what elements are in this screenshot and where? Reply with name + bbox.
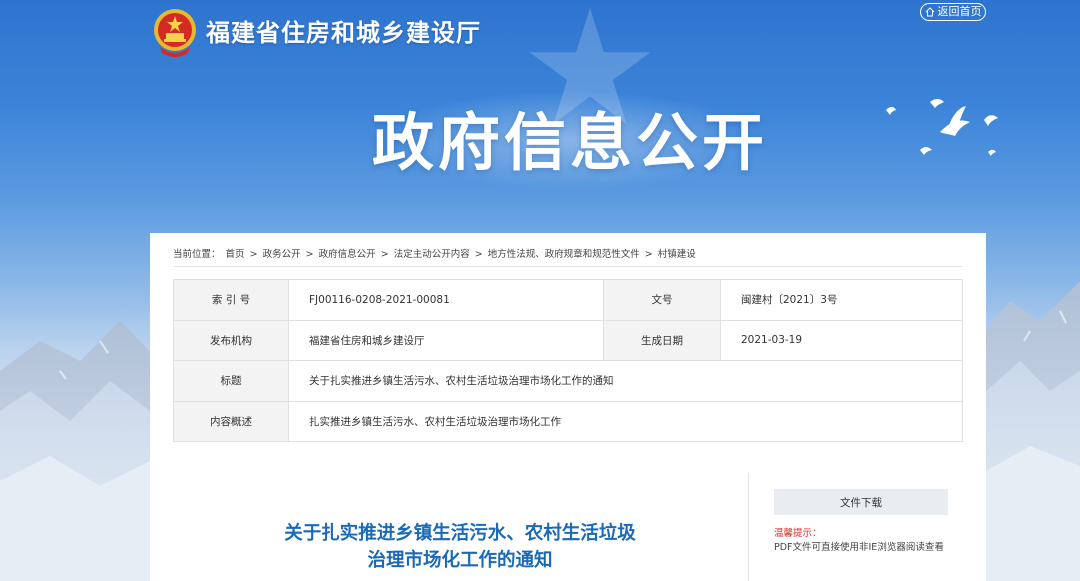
- org-label: 发布机构: [173, 319, 289, 361]
- breadcrumb-separator: >: [380, 249, 389, 260]
- article-title-line2: 治理市场化工作的通知: [367, 550, 553, 571]
- index-value: FJ00116-0208-2021-00081: [288, 279, 604, 321]
- article-title-line1: 关于扎实推进乡镇生活污水、农村生活垃圾: [284, 523, 636, 544]
- tip-title: 温馨提示：: [774, 528, 822, 539]
- article-title: 关于扎实推进乡镇生活污水、农村生活垃圾 治理市场化工作的通知: [220, 520, 700, 574]
- docno-label: 文号: [603, 279, 721, 321]
- table-row: 内容概述 扎实推进乡镇生活污水、农村生活垃圾治理市场化工作: [173, 400, 963, 442]
- org-value: 福建省住房和城乡建设厅: [288, 319, 604, 361]
- title-label: 标题: [173, 360, 289, 402]
- summary-label: 内容概述: [173, 400, 289, 442]
- breadcrumb-separator: >: [249, 249, 258, 260]
- table-row: 发布机构 福建省住房和城乡建设厅 生成日期 2021-03-19: [173, 319, 963, 361]
- breadcrumb-divider: [173, 266, 963, 267]
- breadcrumb-item-statutory[interactable]: 法定主动公开内容: [394, 249, 470, 260]
- document-meta-table: 索 引 号 FJ00116-0208-2021-00081 文号 闽建村〔202…: [173, 279, 963, 442]
- index-label: 索 引 号: [173, 279, 289, 321]
- breadcrumb-separator: >: [644, 249, 653, 260]
- tip-text: PDF文件可直接使用非IE浏览器阅读查看: [774, 542, 944, 553]
- doves-icon: [886, 99, 998, 156]
- breadcrumb-item-home[interactable]: 首页: [226, 249, 245, 260]
- return-home-button[interactable]: 返回首页: [920, 3, 986, 21]
- breadcrumb-item-govinfo[interactable]: 政府信息公开: [319, 249, 376, 260]
- site-name[interactable]: 福建省住房和城乡建设厅: [206, 13, 481, 48]
- breadcrumb-item-regulations[interactable]: 地方性法规、政府规章和规范性文件: [488, 249, 640, 260]
- file-download-button[interactable]: 文件下载: [774, 489, 948, 515]
- table-row: 索 引 号 FJ00116-0208-2021-00081 文号 闽建村〔202…: [173, 279, 963, 321]
- return-home-label: 返回首页: [937, 5, 982, 18]
- breadcrumb-prefix: 当前位置：: [173, 249, 221, 260]
- breadcrumb: 当前位置： 首页 > 政务公开 > 政府信息公开 > 法定主动公开内容 > 地方…: [173, 246, 698, 260]
- content-panel: 当前位置： 首页 > 政务公开 > 政府信息公开 > 法定主动公开内容 > 地方…: [150, 233, 986, 581]
- breadcrumb-separator: >: [305, 249, 314, 260]
- hero-title: 政府信息公开: [372, 106, 769, 179]
- breadcrumb-item-affairs[interactable]: 政务公开: [263, 249, 301, 260]
- breadcrumb-separator: >: [474, 249, 483, 260]
- sidebar-divider: [748, 473, 749, 581]
- date-label: 生成日期: [603, 319, 721, 361]
- home-icon: [925, 7, 934, 17]
- title-value: 关于扎实推进乡镇生活污水、农村生活垃圾治理市场化工作的通知: [288, 360, 963, 402]
- breadcrumb-item-village[interactable]: 村镇建设: [658, 249, 696, 260]
- date-value: 2021-03-19: [720, 319, 963, 361]
- docno-value: 闽建村〔2021〕3号: [720, 279, 963, 321]
- national-emblem-icon: [154, 9, 196, 57]
- table-row: 标题 关于扎实推进乡镇生活污水、农村生活垃圾治理市场化工作的通知: [173, 360, 963, 402]
- summary-value: 扎实推进乡镇生活污水、农村生活垃圾治理市场化工作: [288, 400, 963, 442]
